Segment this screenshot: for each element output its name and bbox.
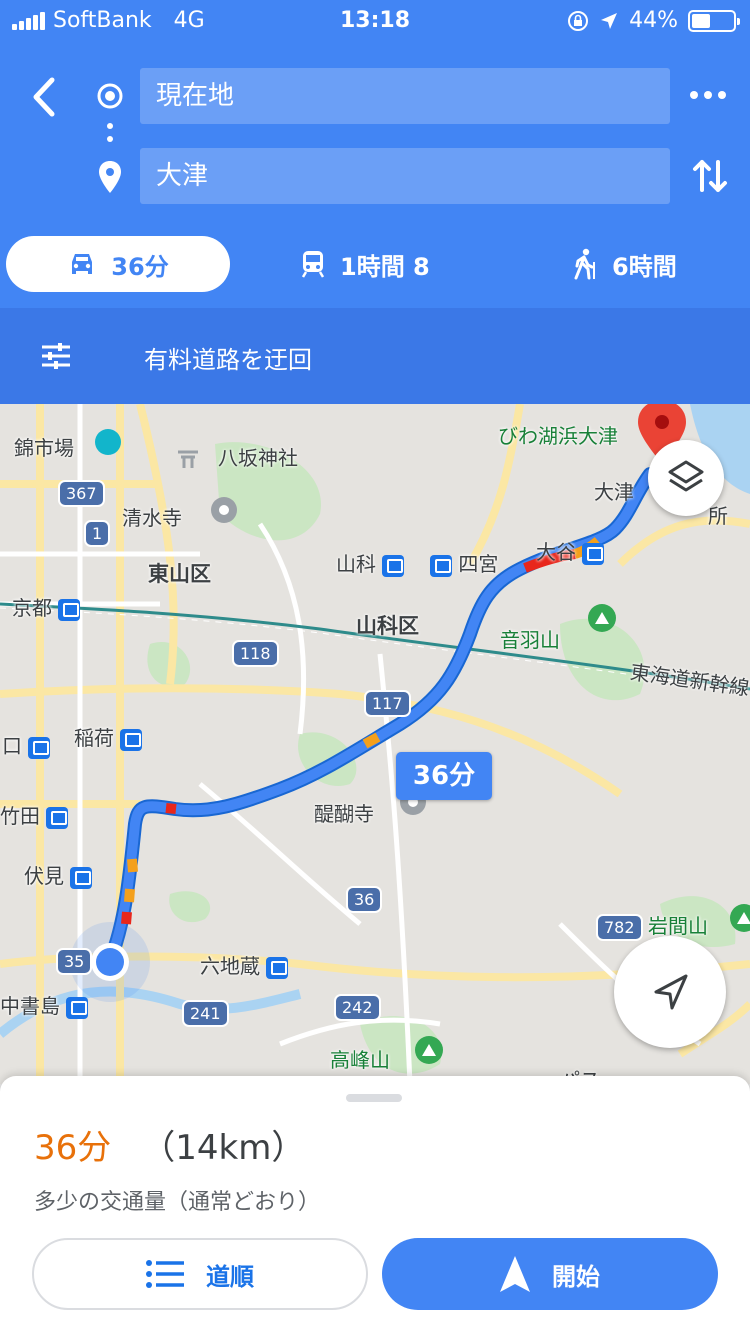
drive-time: 36分 <box>111 252 169 281</box>
route-shield: 1 <box>84 520 111 547</box>
tab-drive[interactable]: 36分 <box>6 236 230 292</box>
route-options-bar[interactable]: 有料道路を迂回 <box>0 308 750 404</box>
layers-icon <box>668 460 704 492</box>
station-icon <box>582 542 605 565</box>
start-button[interactable]: 開始 <box>382 1238 718 1310</box>
station-icon <box>430 554 452 577</box>
map-label-otsu: 大津 <box>594 480 634 504</box>
train-icon <box>301 251 325 278</box>
traffic-status: 多少の交通量（通常どおり） <box>34 1190 321 1215</box>
route-dots <box>107 123 113 142</box>
drag-handle[interactable] <box>346 1094 402 1102</box>
map-label-takamineyama: 高峰山 <box>330 1048 390 1072</box>
route-shield: 118 <box>232 640 279 667</box>
station-icon <box>70 866 93 889</box>
route-duration: 36分 <box>34 1128 112 1168</box>
tune-icon[interactable] <box>40 342 72 370</box>
station-icon <box>66 996 89 1019</box>
map-label-fushimi: 伏見 <box>24 860 93 889</box>
route-summary-sheet[interactable]: 36分 （14km） 多少の交通量（通常どおり） 道順 開始 <box>0 1076 750 1334</box>
route-map[interactable]: 錦市場 八坂神社 びわ湖浜大津 大津 所 清水寺 東山区 山科 四宮 大谷 京都… <box>0 404 750 1084</box>
map-label-otowayama: 音羽山 <box>500 628 560 652</box>
station-icon <box>46 806 69 829</box>
route-time-callout[interactable]: 36分 <box>396 752 492 800</box>
steps-label: 道順 <box>206 1262 254 1291</box>
directions-header: 現在地 大津 36分 1時間 8 6時間 <box>0 44 750 308</box>
map-label-biwako-otsu: びわ湖浜大津 <box>498 424 618 448</box>
map-label-iwamayama: 岩間山 <box>648 914 708 938</box>
walk-time: 6時間 <box>612 252 677 281</box>
station-icon <box>266 956 289 979</box>
map-label-rokujizo: 六地蔵 <box>200 950 289 979</box>
more-icon[interactable] <box>688 80 728 110</box>
map-label-nishiki: 錦市場 <box>14 436 74 460</box>
map-label-otani: 大谷 <box>536 536 605 565</box>
travel-mode-tabs: 36分 1時間 8 6時間 <box>0 234 750 294</box>
back-arrow-icon[interactable] <box>22 72 66 122</box>
map-label-shinomiya: 四宮 <box>430 548 498 577</box>
destination-field[interactable]: 大津 <box>140 148 670 204</box>
map-label-yasaka: 八坂神社 <box>218 446 298 470</box>
map-label-kiyomizu: 清水寺 <box>122 506 182 530</box>
map-label-inari: 稲荷 <box>74 722 143 751</box>
station-icon <box>58 598 81 621</box>
navigation-arrow-icon <box>654 974 688 1010</box>
route-shield: 36 <box>346 886 383 913</box>
map-label-daigoji: 醍醐寺 <box>314 802 374 826</box>
destination-pin-icon <box>99 161 121 193</box>
status-bar: SoftBank 4G 13:18 44% <box>0 0 750 44</box>
avoid-tolls-label: 有料道路を迂回 <box>144 346 312 374</box>
recenter-button[interactable] <box>614 936 726 1048</box>
walk-icon <box>574 248 595 280</box>
route-distance: （14km） <box>141 1128 306 1168</box>
map-label-yamashina-ku: 山科区 <box>356 614 419 638</box>
map-label-takeda: 竹田 <box>0 800 69 829</box>
station-icon <box>382 554 405 577</box>
map-label-nakashojima: 中書島 <box>0 990 89 1019</box>
rotation-lock-icon <box>568 10 589 31</box>
navigation-start-icon <box>500 1256 530 1292</box>
map-label-higashiyama: 東山区 <box>148 562 211 586</box>
battery-icon <box>688 9 740 32</box>
route-shield: 242 <box>334 994 381 1021</box>
route-shield: 367 <box>58 480 105 507</box>
swap-icon[interactable] <box>692 156 728 196</box>
map-label-yamashina: 山科 <box>336 548 405 577</box>
car-icon <box>72 254 93 274</box>
route-shield: 35 <box>56 948 93 975</box>
origin-circle-icon <box>97 83 123 109</box>
steps-button[interactable]: 道順 <box>32 1238 368 1310</box>
route-summary: 36分 （14km） <box>34 1120 305 1169</box>
station-icon <box>120 728 143 751</box>
route-shield: 117 <box>364 690 411 717</box>
map-label-kyoto: 京都 <box>12 592 81 621</box>
tab-transit[interactable]: 1時間 8 <box>300 236 430 292</box>
list-icon <box>146 1260 184 1288</box>
tab-walk[interactable]: 6時間 <box>572 236 677 292</box>
transit-time: 1時間 8 <box>340 252 430 281</box>
start-label: 開始 <box>552 1262 600 1291</box>
origin-field[interactable]: 現在地 <box>140 68 670 124</box>
route-shield: 241 <box>182 1000 229 1027</box>
location-arrow-icon <box>601 12 618 29</box>
map-label-guchi: 口 <box>2 730 51 759</box>
battery-percent: 44% <box>629 8 678 33</box>
layers-button[interactable] <box>648 440 724 516</box>
station-icon <box>28 736 51 759</box>
